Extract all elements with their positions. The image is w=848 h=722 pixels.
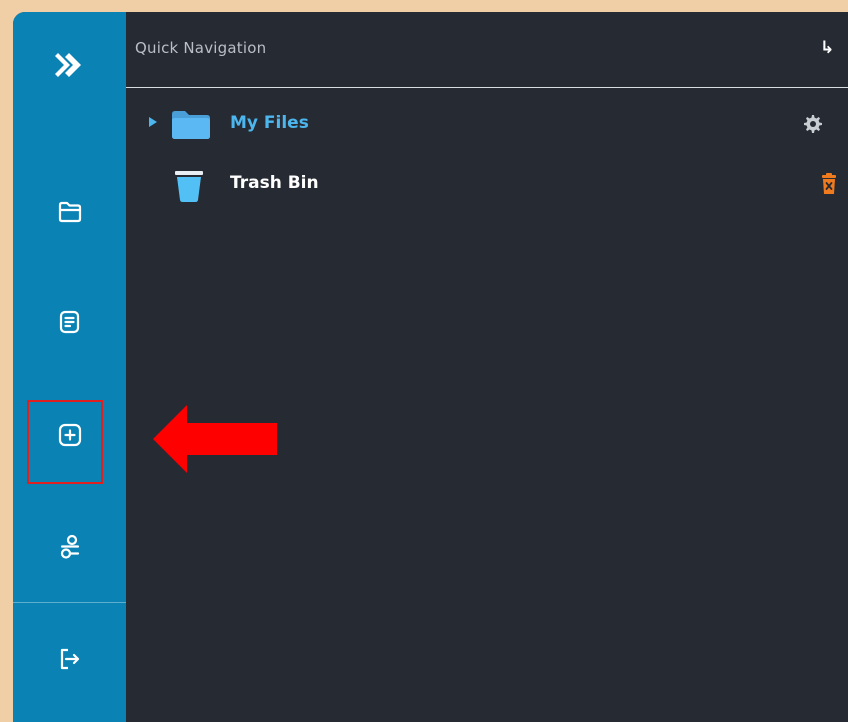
collapse-panel-icon[interactable]: ↳	[820, 38, 834, 58]
trash-bin-icon	[175, 171, 203, 202]
panel-header: Quick Navigation ↳	[126, 12, 848, 88]
document-icon	[59, 310, 79, 334]
app-logo	[13, 40, 126, 90]
caret-right-icon[interactable]	[148, 116, 158, 128]
tree-item-label: Trash Bin	[230, 173, 319, 193]
sidebar-item-documents[interactable]	[13, 297, 126, 347]
sidebar-rail	[13, 12, 126, 722]
tree-item-my-files[interactable]: My Files	[126, 104, 848, 144]
workflow-icon	[60, 534, 79, 559]
sidebar-item-add[interactable]	[13, 412, 126, 458]
tree-item-label: My Files	[230, 113, 309, 133]
sidebar-item-workflows[interactable]	[13, 522, 126, 572]
plus-square-icon	[58, 423, 81, 447]
app-window: Quick Navigation ↳ My Files Trash Bin	[13, 12, 848, 722]
sidebar-divider	[13, 602, 126, 603]
chevron-double-right-icon	[54, 53, 81, 77]
annotation-arrow-icon	[153, 405, 277, 473]
sidebar-item-files[interactable]	[13, 187, 126, 237]
sidebar-item-logout[interactable]	[13, 634, 126, 684]
delete-icon[interactable]	[821, 173, 837, 195]
panel-title: Quick Navigation	[135, 39, 267, 57]
folder-icon	[58, 201, 81, 223]
logout-icon	[60, 648, 79, 670]
gear-icon[interactable]	[804, 115, 822, 133]
folder-icon	[172, 111, 210, 139]
tree-item-trash-bin[interactable]: Trash Bin	[126, 164, 848, 204]
quick-navigation-panel: Quick Navigation ↳ My Files Trash Bin	[126, 12, 848, 722]
